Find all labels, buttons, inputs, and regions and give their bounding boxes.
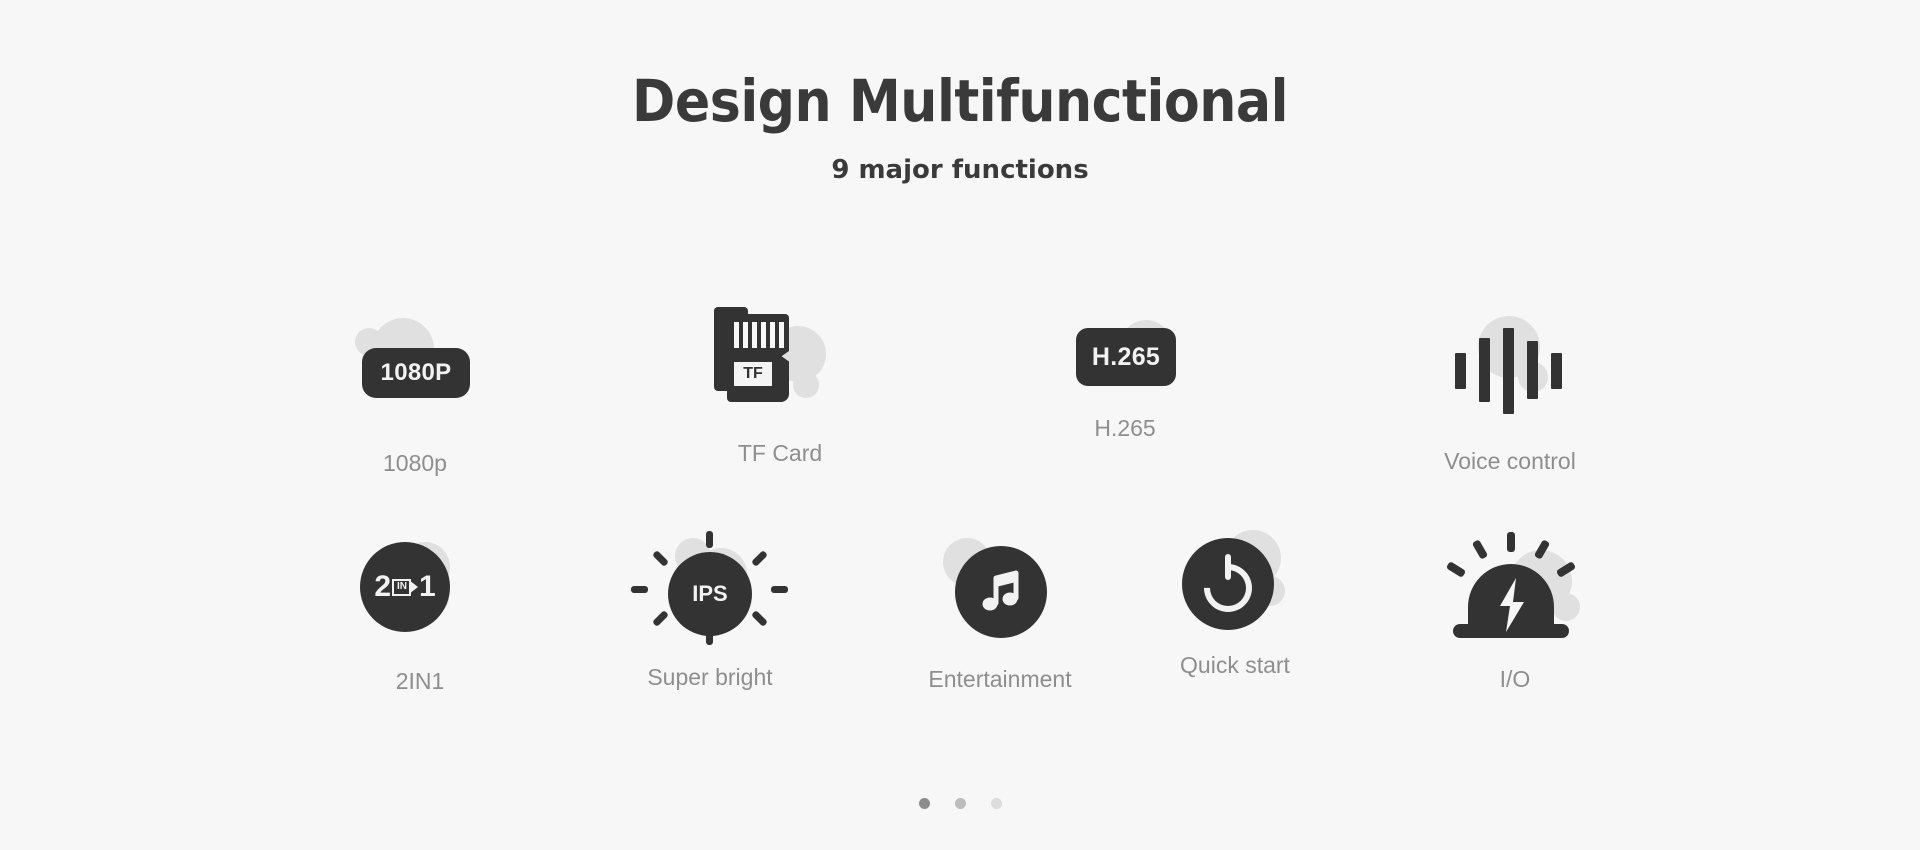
- siren-ray: [1507, 532, 1515, 552]
- feature-label-h265: H.265: [1094, 415, 1156, 441]
- icon-stage: [885, 530, 1115, 650]
- feature-label-io: I/O: [1499, 666, 1531, 692]
- pagination-dot-1[interactable]: [918, 798, 930, 809]
- feature-item-super-bright[interactable]: IPS Super bright: [595, 528, 825, 691]
- icon-stage: 2 IN 1: [305, 530, 535, 650]
- feature-showcase-page: Design Multifunctional 9 major functions…: [0, 0, 1920, 850]
- ips-text: IPS: [692, 581, 728, 606]
- siren-ray: [1471, 539, 1489, 560]
- music-note-icon: [955, 546, 1047, 638]
- feature-item-2in1[interactable]: 2 IN 1 2IN1: [305, 530, 535, 695]
- feature-item-quick-start[interactable]: Quick start: [1120, 522, 1350, 679]
- power-stem: [1225, 554, 1231, 580]
- sun-ray: [751, 610, 768, 627]
- siren-ray: [1445, 561, 1467, 578]
- two-in-one-digit-2: 2: [374, 570, 391, 603]
- feature-label-1080p: 1080p: [383, 450, 447, 476]
- sun-ray: [771, 586, 788, 593]
- badge-1080p-icon: 1080P: [362, 348, 470, 398]
- in-arrow: [409, 579, 418, 594]
- voice-waveform-icon: [1395, 310, 1625, 430]
- ips-brightness-icon: IPS: [595, 528, 825, 648]
- tf-card-label: TF: [734, 362, 772, 386]
- siren-bolt-icon: [1400, 528, 1630, 648]
- icon-stage: [1400, 528, 1630, 648]
- sun-ray: [652, 550, 669, 567]
- feature-item-voice-control[interactable]: Voice control: [1395, 310, 1625, 475]
- tf-card-pin: [770, 322, 775, 348]
- icon-stage: [1395, 310, 1625, 430]
- feature-item-tf-card[interactable]: TF TF Card: [665, 302, 895, 467]
- two-in-one-text: 2 IN 1: [374, 572, 435, 602]
- sun-ray: [631, 586, 648, 593]
- tf-card-contacts: [734, 322, 784, 348]
- siren-ray: [1555, 561, 1577, 578]
- icon-stage: [1120, 522, 1350, 642]
- tf-card-pin: [779, 322, 784, 348]
- badge-h265-icon: H.265: [1076, 328, 1176, 386]
- waveform-bar: [1455, 353, 1466, 389]
- page-subtitle: 9 major functions: [831, 154, 1089, 185]
- ips-circle: IPS: [668, 552, 752, 636]
- pagination-dot-3[interactable]: [990, 798, 1002, 809]
- power-button-icon: [1182, 538, 1274, 630]
- heading-block: Design Multifunctional 9 major functions: [0, 70, 1920, 185]
- feature-item-entertainment[interactable]: Entertainment: [885, 530, 1115, 693]
- icon-stage: 1080P: [300, 310, 530, 430]
- in-arrow-box: IN: [392, 578, 418, 596]
- tf-card-pin: [752, 322, 757, 348]
- waveform-bar: [1479, 338, 1490, 402]
- page-title: Design Multifunctional: [632, 67, 1288, 135]
- two-in-one-icon: 2 IN 1: [360, 542, 450, 632]
- feature-label-tf-card: TF Card: [737, 440, 823, 466]
- pagination-dots[interactable]: [0, 798, 1920, 809]
- badge-h265-text: H.265: [1091, 342, 1161, 371]
- icon-stage: IPS: [595, 528, 825, 648]
- pagination-dot-2[interactable]: [954, 798, 966, 809]
- waveform-bar: [1551, 353, 1562, 389]
- badge-1080p-text: 1080P: [380, 359, 452, 386]
- decorative-blob: [793, 372, 819, 398]
- tf-card-pin: [761, 322, 766, 348]
- tf-card-label-text: TF: [743, 365, 763, 382]
- in-text: IN: [397, 581, 407, 592]
- sun-ray: [652, 610, 669, 627]
- feature-label-entertainment: Entertainment: [928, 666, 1072, 692]
- two-in-one-digit-1: 1: [419, 570, 436, 603]
- waveform-bar: [1503, 328, 1514, 414]
- lightning-bolt-glyph: [1500, 578, 1524, 632]
- icon-stage: H.265: [1010, 302, 1240, 407]
- sun-ray: [706, 531, 713, 548]
- feature-label-voice-control: Voice control: [1444, 448, 1576, 474]
- siren-ray: [1533, 539, 1551, 560]
- feature-item-1080p[interactable]: 1080P 1080p: [300, 310, 530, 477]
- feature-label-super-bright: Super bright: [647, 664, 773, 690]
- music-note-glyph: [982, 570, 1019, 611]
- waveform-bar: [1527, 341, 1538, 399]
- icon-stage: TF: [665, 302, 895, 422]
- tf-card-pin: [743, 322, 748, 348]
- feature-label-2in1: 2IN1: [395, 668, 445, 694]
- tf-card-pin: [734, 322, 739, 348]
- feature-item-io[interactable]: I/O: [1400, 528, 1630, 693]
- feature-label-quick-start: Quick start: [1180, 652, 1290, 678]
- sun-ray: [751, 550, 768, 567]
- feature-item-h265[interactable]: H.265 H.265: [1010, 302, 1240, 442]
